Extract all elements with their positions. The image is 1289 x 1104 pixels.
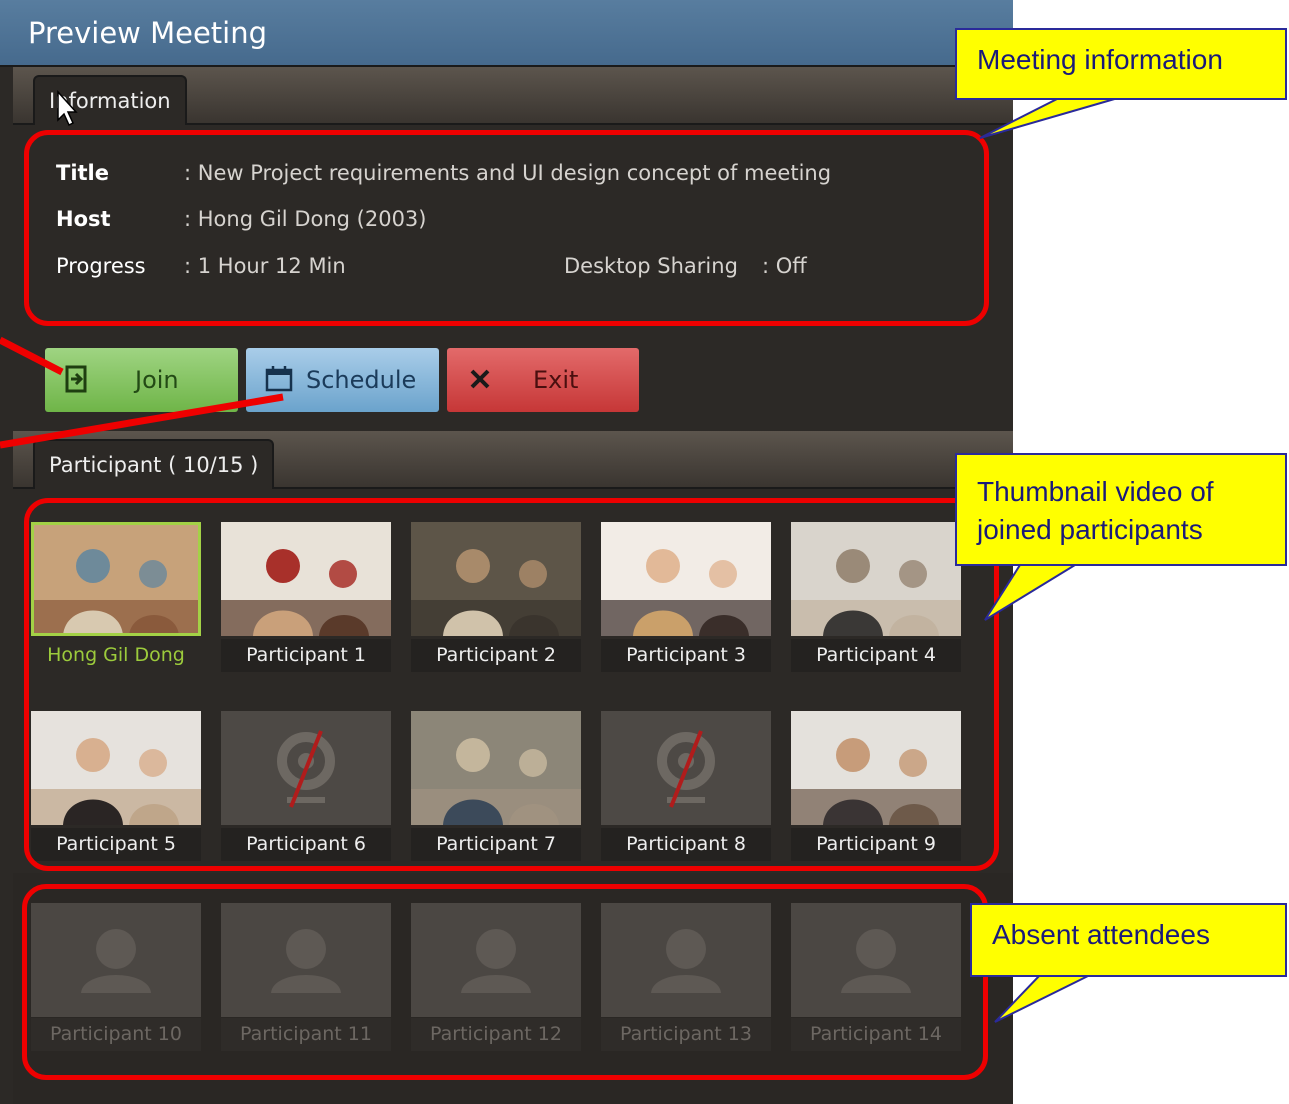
callout-thumbnails-line2: joined participants xyxy=(977,514,1203,545)
callout-meeting-information: Meeting information xyxy=(955,28,1287,100)
mouse-cursor-icon xyxy=(57,90,78,127)
meeting-info-callout-tail xyxy=(979,97,1119,139)
callout-thumbnails-line1: Thumbnail video of xyxy=(977,476,1214,507)
absent-callout-tail xyxy=(994,974,1091,1023)
pointer-line-join xyxy=(0,336,64,376)
callout-thumbnails: Thumbnail video of joined participants xyxy=(955,453,1287,566)
callout-meeting-information-text: Meeting information xyxy=(977,44,1223,75)
callout-absent-attendees: Absent attendees xyxy=(970,903,1287,977)
callout-absent-text: Absent attendees xyxy=(992,919,1210,950)
thumbnails-callout-tail xyxy=(984,564,1079,621)
pointer-line-schedule xyxy=(0,393,284,449)
